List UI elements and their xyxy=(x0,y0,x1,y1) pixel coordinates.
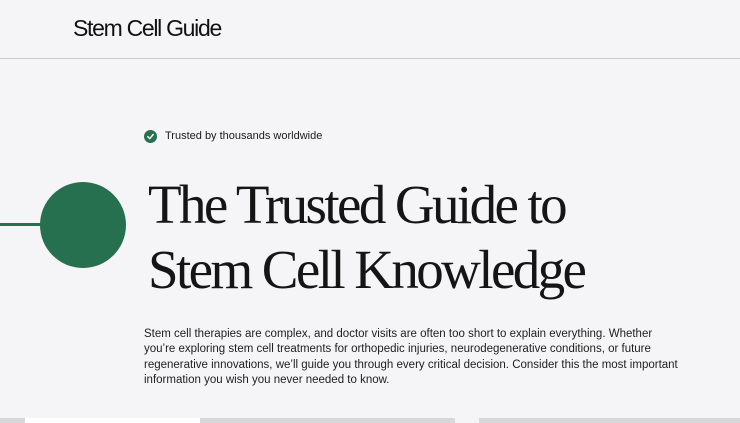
check-circle-icon xyxy=(144,129,157,143)
bottom-strip-gap xyxy=(455,418,479,423)
trust-badge-text: Trusted by thousands worldwide xyxy=(165,130,323,142)
hero-headline-line-2: Stem Cell Knowledge xyxy=(148,239,587,300)
site-header: Stem Cell Guide xyxy=(0,0,740,59)
decorative-circle xyxy=(40,182,126,268)
bottom-strip-segment xyxy=(25,418,200,423)
trust-badge: Trusted by thousands worldwide xyxy=(144,129,322,143)
bottom-strip xyxy=(0,418,740,423)
hero-description: Stem cell therapies are complex, and doc… xyxy=(144,328,678,386)
hero-headline-line-1: The Trusted Guide to xyxy=(148,174,568,235)
hero-headline: The Trusted Guide to Stem Cell Knowledge xyxy=(148,172,728,302)
site-logo[interactable]: Stem Cell Guide xyxy=(73,13,222,43)
